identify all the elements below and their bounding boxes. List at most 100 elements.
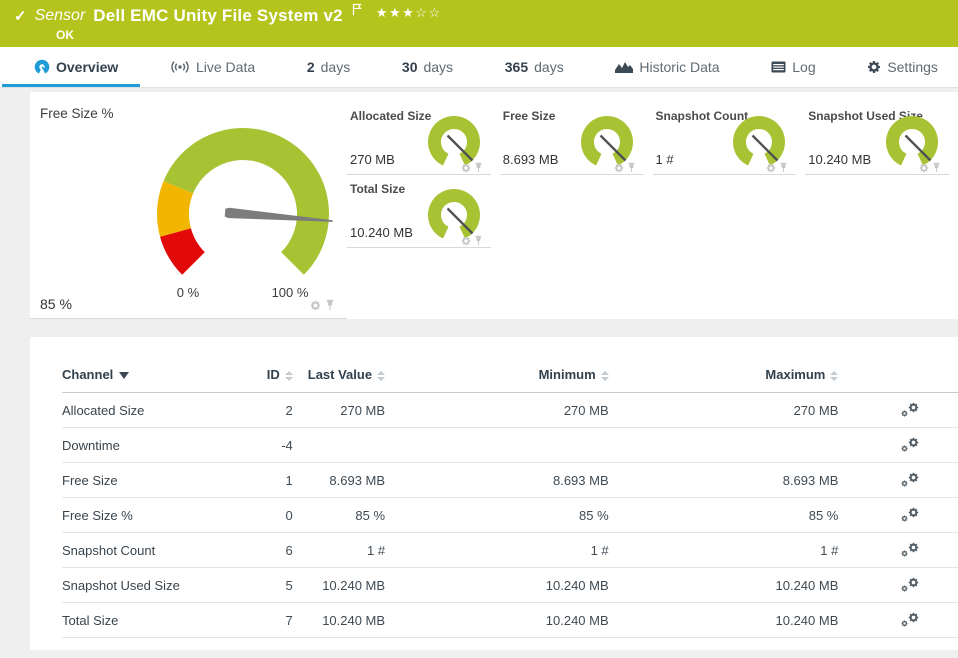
tab-2-days[interactable]: 2 days	[301, 47, 356, 87]
channel-table-panel: Channel ID Last Value Minimum Maximum Al…	[30, 337, 958, 650]
panel-settings-gear-icon[interactable]	[766, 163, 776, 173]
channel-minimum	[385, 428, 609, 463]
mini-gauge-cell: Allocated Size 270 MB	[347, 102, 491, 175]
channel-last-value	[293, 428, 385, 463]
channel-last-value: 1 #	[293, 533, 385, 568]
channel-maximum	[609, 428, 839, 463]
tab-historic-data[interactable]: Historic Data	[609, 47, 725, 87]
panel-settings-gear-icon[interactable]	[310, 300, 321, 311]
channel-maximum: 85 %	[609, 498, 839, 533]
panel-pin-icon[interactable]	[627, 162, 636, 173]
tab-label-number: 365	[505, 59, 528, 75]
tab-overview[interactable]: Overview	[28, 47, 124, 87]
sort-icon	[285, 371, 293, 381]
main-gauge-panel: Free Size % 0 % 100 % 85 %	[30, 92, 347, 319]
tab-live-data[interactable]: Live Data	[164, 47, 261, 87]
channel-name: Snapshot Count	[62, 533, 262, 568]
column-header-channel[interactable]: Channel	[62, 363, 262, 393]
channel-last-value: 10.240 MB	[293, 603, 385, 638]
channel-minimum: 10.240 MB	[385, 568, 609, 603]
channel-row: Snapshot Count 6 1 # 1 # 1 #	[62, 533, 958, 568]
channel-settings-icon[interactable]	[901, 472, 919, 486]
tab-30-days[interactable]: 30 days	[396, 47, 459, 87]
channel-settings-icon[interactable]	[901, 542, 919, 556]
tab-label: days	[423, 59, 453, 75]
panel-pin-icon[interactable]	[474, 162, 483, 173]
channel-settings-icon[interactable]	[901, 507, 919, 521]
mini-gauge-cell: Snapshot Used Size 10.240 MB	[805, 102, 949, 175]
channel-name: Total Size	[62, 603, 262, 638]
channel-name: Free Size %	[62, 498, 262, 533]
tab-label: Settings	[887, 59, 938, 75]
channel-name: Allocated Size	[62, 393, 262, 428]
priority-flag-icon[interactable]	[352, 3, 362, 21]
mini-gauge-cell: Free Size 8.693 MB	[500, 102, 644, 175]
gauge-min-label: 0 %	[177, 285, 200, 300]
mini-gauge-title: Allocated Size	[350, 109, 431, 123]
tab-log[interactable]: Log	[765, 47, 821, 87]
channel-id: -4	[262, 428, 293, 463]
channel-last-value: 270 MB	[293, 393, 385, 428]
column-header-last-value[interactable]: Last Value	[293, 363, 385, 393]
column-header-maximum[interactable]: Maximum	[609, 363, 839, 393]
channel-row: Allocated Size 2 270 MB 270 MB 270 MB	[62, 393, 958, 428]
gauges-section: Free Size % 0 % 100 % 85 % Allocated Siz…	[30, 92, 958, 319]
live-data-icon	[170, 60, 190, 74]
tab-settings[interactable]: Settings	[861, 47, 944, 87]
channel-id: 1	[262, 463, 293, 498]
panel-pin-icon[interactable]	[474, 235, 483, 246]
channel-maximum: 10.240 MB	[609, 568, 839, 603]
object-kind-label: Sensor	[35, 7, 86, 25]
mini-gauge-value: 10.240 MB	[808, 152, 871, 167]
channel-last-value: 85 %	[293, 498, 385, 533]
tab-label: days	[534, 59, 564, 75]
channel-name: Snapshot Used Size	[62, 568, 262, 603]
status-ok-check-icon: ✓	[14, 7, 27, 25]
channel-settings-icon[interactable]	[901, 577, 919, 591]
sensor-header: ✓ Sensor Dell EMC Unity File System v2 ★…	[0, 0, 958, 47]
column-header-minimum[interactable]: Minimum	[385, 363, 609, 393]
sort-icon	[377, 371, 385, 381]
column-header-actions	[838, 363, 958, 393]
tab-label: days	[321, 59, 351, 75]
channel-row: Free Size 1 8.693 MB 8.693 MB 8.693 MB	[62, 463, 958, 498]
tab-365-days[interactable]: 365 days	[499, 47, 570, 87]
historic-chart-icon	[615, 61, 633, 74]
panel-settings-gear-icon[interactable]	[461, 236, 471, 246]
mini-gauge-value: 270 MB	[350, 152, 395, 167]
panel-pin-icon[interactable]	[779, 162, 788, 173]
channel-id: 0	[262, 498, 293, 533]
channel-row: Free Size % 0 85 % 85 % 85 %	[62, 498, 958, 533]
panel-settings-gear-icon[interactable]	[919, 163, 929, 173]
panel-pin-icon[interactable]	[932, 162, 941, 173]
gear-icon	[867, 60, 881, 74]
channel-maximum: 1 #	[609, 533, 839, 568]
gauge-icon	[34, 59, 50, 75]
column-header-id[interactable]: ID	[262, 363, 293, 393]
sort-icon	[830, 371, 838, 381]
panel-pin-icon[interactable]	[325, 299, 335, 311]
mini-gauge-value: 10.240 MB	[350, 225, 413, 240]
channel-row: Snapshot Used Size 5 10.240 MB 10.240 MB…	[62, 568, 958, 603]
tab-label-number: 30	[402, 59, 418, 75]
mini-gauge-value: 1 #	[656, 152, 674, 167]
mini-gauge-grid: Allocated Size 270 MB Free Size 8.693 MB…	[347, 92, 958, 319]
channel-row: Total Size 7 10.240 MB 10.240 MB 10.240 …	[62, 603, 958, 638]
tab-label: Live Data	[196, 59, 255, 75]
tab-label: Log	[792, 59, 815, 75]
tab-label: Overview	[56, 59, 118, 75]
channel-settings-icon[interactable]	[901, 437, 919, 451]
panel-settings-gear-icon[interactable]	[461, 163, 471, 173]
tab-label-number: 2	[307, 59, 315, 75]
priority-stars[interactable]: ★★★☆☆	[376, 5, 442, 21]
channel-minimum: 8.693 MB	[385, 463, 609, 498]
channel-settings-icon[interactable]	[901, 612, 919, 626]
channel-id: 5	[262, 568, 293, 603]
channel-id: 2	[262, 393, 293, 428]
channel-maximum: 8.693 MB	[609, 463, 839, 498]
channel-settings-icon[interactable]	[901, 402, 919, 416]
channel-minimum: 10.240 MB	[385, 603, 609, 638]
sensor-title: Dell EMC Unity File System v2	[93, 6, 343, 26]
channel-id: 7	[262, 603, 293, 638]
panel-settings-gear-icon[interactable]	[614, 163, 624, 173]
